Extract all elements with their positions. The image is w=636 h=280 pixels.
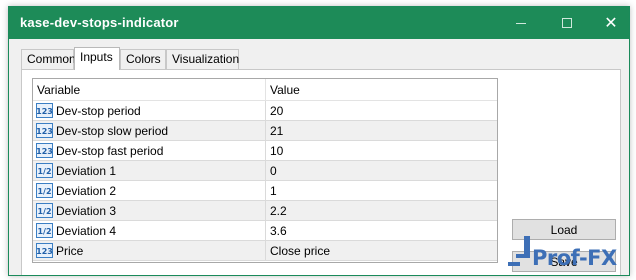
value-cell[interactable]: 2.2 <box>266 201 497 220</box>
variable-cell: 123 Dev-stop fast period <box>33 141 266 160</box>
minimize-button[interactable] <box>503 7 539 39</box>
minimize-icon <box>516 22 526 24</box>
double-type-icon: 1/2 <box>36 223 53 238</box>
variable-label: Price <box>56 243 84 258</box>
prof-fx-watermark: Prof-FX <box>508 232 632 276</box>
value-cell[interactable]: Close price <box>266 241 497 260</box>
maximize-button[interactable] <box>549 7 585 39</box>
double-type-icon: 1/2 <box>36 203 53 218</box>
table-row[interactable]: 123 Dev-stop fast period 10 <box>33 141 497 161</box>
double-type-icon: 1/2 <box>36 163 53 178</box>
variable-cell: 123 Dev-stop period <box>33 101 266 120</box>
variable-label: Dev-stop fast period <box>56 143 164 158</box>
variable-label: Dev-stop slow period <box>56 123 169 138</box>
maximize-icon <box>562 18 572 28</box>
svg-text:123: 123 <box>36 107 53 116</box>
variable-cell: 1/2 Deviation 1 <box>33 161 266 180</box>
value-cell[interactable]: 0 <box>266 161 497 180</box>
inputs-grid: Variable Value 123 Dev-stop period 20 123 De… <box>32 78 498 263</box>
table-row[interactable]: 1/2 Deviation 1 0 <box>33 161 497 181</box>
variable-cell: 123 Price <box>33 241 266 260</box>
table-row[interactable]: 123 Dev-stop period 20 <box>33 101 497 121</box>
value-cell[interactable]: 21 <box>266 121 497 140</box>
svg-text:123: 123 <box>36 127 53 136</box>
value-cell[interactable]: 1 <box>266 181 497 200</box>
table-row[interactable]: 1/2 Deviation 3 2.2 <box>33 201 497 221</box>
variable-label: Deviation 1 <box>56 163 117 178</box>
svg-text:123: 123 <box>36 247 53 256</box>
svg-text:1/2: 1/2 <box>37 207 51 216</box>
variable-label: Deviation 2 <box>56 183 117 198</box>
table-row[interactable]: 1/2 Deviation 2 1 <box>33 181 497 201</box>
value-cell[interactable]: 20 <box>266 101 497 120</box>
svg-text:1/2: 1/2 <box>37 227 51 236</box>
variable-label: Deviation 3 <box>56 203 117 218</box>
int-type-icon: 123 <box>36 103 53 118</box>
tab-common[interactable]: Common <box>21 49 76 69</box>
int-type-icon: 123 <box>36 143 53 158</box>
svg-text:1/2: 1/2 <box>37 187 51 196</box>
table-row[interactable]: 1/2 Deviation 4 3.6 <box>33 221 497 241</box>
tab-inputs[interactable]: Inputs <box>74 47 120 70</box>
watermark-stripe <box>524 236 530 258</box>
variable-cell: 1/2 Deviation 3 <box>33 201 266 220</box>
watermark-text: Prof-FX <box>532 246 617 270</box>
variable-cell: 123 Dev-stop slow period <box>33 121 266 140</box>
svg-text:123: 123 <box>36 147 53 156</box>
int-type-icon: 123 <box>36 123 53 138</box>
column-header-value[interactable]: Value <box>266 79 497 100</box>
value-cell[interactable]: 3.6 <box>266 221 497 240</box>
title-bar[interactable]: kase-dev-stops-indicator ✕ <box>9 7 629 39</box>
svg-text:1/2: 1/2 <box>37 167 51 176</box>
value-cell[interactable]: 10 <box>266 141 497 160</box>
tab-visualization[interactable]: Visualization <box>166 49 239 69</box>
window-title: kase-dev-stops-indicator <box>20 15 179 30</box>
table-row[interactable]: 123 Dev-stop slow period 21 <box>33 121 497 141</box>
close-icon: ✕ <box>604 15 618 32</box>
watermark-stripe <box>508 262 520 266</box>
column-header-variable[interactable]: Variable <box>33 79 266 100</box>
variable-label: Deviation 4 <box>56 223 117 238</box>
variable-cell: 1/2 Deviation 4 <box>33 221 266 240</box>
int-type-icon: 123 <box>36 243 53 258</box>
double-type-icon: 1/2 <box>36 183 53 198</box>
variable-label: Dev-stop period <box>56 103 141 118</box>
grid-header: Variable Value <box>33 79 497 101</box>
table-row[interactable]: 123 Price Close price <box>33 241 497 261</box>
close-button[interactable]: ✕ <box>593 7 629 39</box>
tab-colors[interactable]: Colors <box>120 49 166 69</box>
variable-cell: 1/2 Deviation 2 <box>33 181 266 200</box>
